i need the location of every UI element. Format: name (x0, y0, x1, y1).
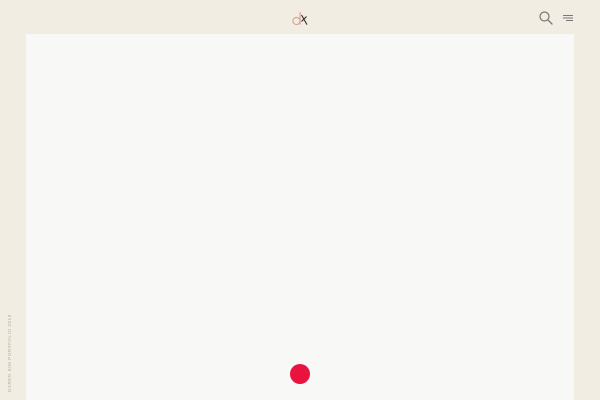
loading-indicator (290, 364, 310, 384)
page: DAREN KIM PORTFOLIO 2019 (0, 0, 600, 400)
side-caption: DAREN KIM PORTFOLIO 2019 (7, 314, 12, 392)
hamburger-menu-icon (563, 15, 573, 21)
content-stage (26, 34, 574, 400)
menu-button[interactable] (561, 11, 575, 25)
search-button[interactable] (538, 10, 554, 26)
dk-monogram-icon (292, 12, 308, 26)
search-icon (539, 11, 553, 25)
logo-link[interactable] (291, 9, 309, 27)
site-header (0, 0, 600, 34)
